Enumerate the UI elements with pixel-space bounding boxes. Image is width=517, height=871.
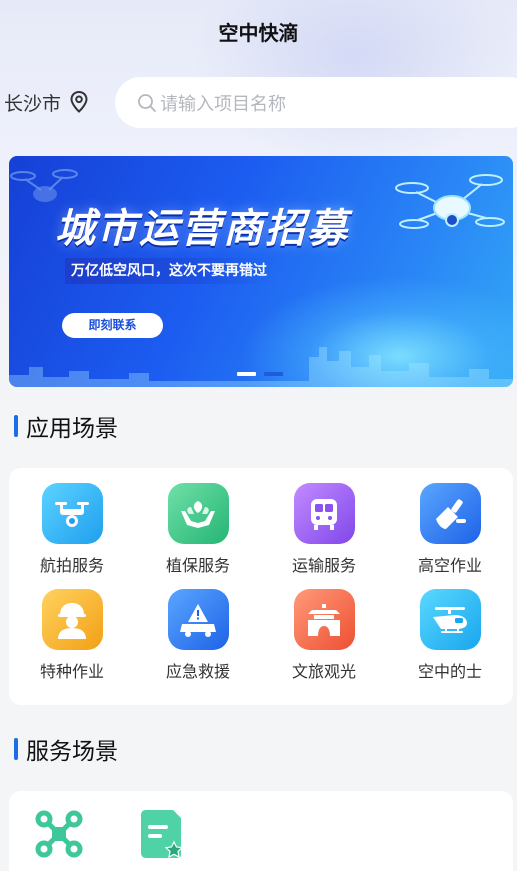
high-altitude-work-icon [419, 483, 481, 544]
carousel-indicator [237, 372, 283, 376]
banner-subtitle: 万亿低空风口，这次不要再错过 [65, 258, 273, 284]
app-label: 文旅观光 [291, 662, 356, 681]
apps-section-header: 应用场景 [14, 409, 118, 443]
apps-grid: 航拍服务 植保服务 运输服务 高空作业 特种作业 应急救援 文旅观光 空中的士 [9, 468, 513, 705]
search-input[interactable]: 请输入项目名称 [115, 77, 517, 128]
app-emergency-rescue[interactable]: 应急救援 [135, 589, 261, 682]
plant-protection-icon [167, 483, 229, 544]
app-label: 特种作业 [39, 662, 104, 681]
section-accent-bar [14, 415, 18, 437]
search-icon [138, 93, 156, 112]
emergency-rescue-icon [167, 589, 229, 650]
services-section-header: 服务场景 [14, 732, 118, 766]
app-aerial-photography[interactable]: 航拍服务 [9, 483, 135, 576]
banner-title: 城市运营商招募 [55, 206, 349, 252]
document-star-icon[interactable] [137, 809, 187, 859]
app-label: 植保服务 [165, 556, 230, 575]
carousel-dot-active[interactable] [237, 372, 256, 376]
air-taxi-helicopter-icon [419, 589, 481, 650]
tourism-gate-icon [293, 589, 355, 650]
app-label: 空中的士 [417, 662, 482, 681]
section-accent-bar [14, 738, 18, 760]
transport-bus-icon [293, 483, 355, 544]
carousel-dot[interactable] [264, 372, 283, 376]
app-label: 航拍服务 [39, 556, 104, 575]
app-high-altitude-work[interactable]: 高空作业 [387, 483, 513, 576]
app-tourism[interactable]: 文旅观光 [261, 589, 387, 682]
app-special-operations[interactable]: 特种作业 [9, 589, 135, 682]
services-section-title: 服务场景 [26, 739, 118, 765]
special-worker-icon [41, 589, 103, 650]
app-label: 高空作业 [417, 556, 482, 575]
services-grid [9, 791, 513, 871]
page-title: 空中快滴 [218, 21, 299, 45]
app-label: 应急救援 [165, 662, 230, 681]
app-label: 运输服务 [291, 556, 356, 575]
aerial-drone-icon [41, 483, 103, 544]
promo-banner[interactable]: 城市运营商招募 万亿低空风口，这次不要再错过 即刻联系 [9, 156, 513, 387]
app-transport[interactable]: 运输服务 [261, 483, 387, 576]
search-placeholder: 请输入项目名称 [160, 93, 286, 115]
contact-now-button[interactable]: 即刻联系 [62, 313, 163, 338]
app-plant-protection[interactable]: 植保服务 [135, 483, 261, 576]
city-label: 长沙市 [4, 92, 62, 115]
city-selector[interactable]: 长沙市 [4, 88, 89, 116]
location-pin-icon [70, 90, 88, 113]
apps-section-title: 应用场景 [26, 416, 118, 442]
banner-drone-icon [395, 174, 505, 229]
app-air-taxi[interactable]: 空中的士 [387, 589, 513, 682]
drone-service-icon[interactable] [34, 809, 84, 859]
